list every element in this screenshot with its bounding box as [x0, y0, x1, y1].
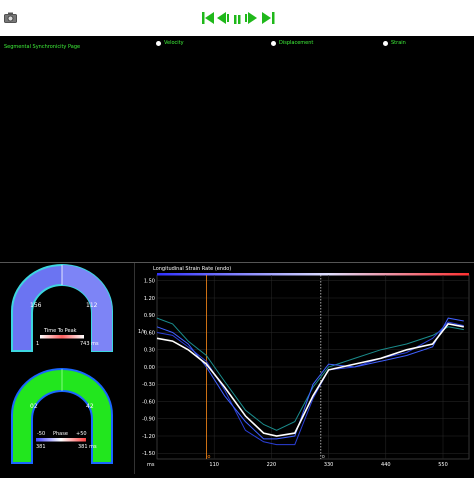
scale-max: 743 ms	[80, 341, 99, 347]
toolbar	[0, 0, 474, 36]
x-tick-label: 110	[209, 462, 219, 468]
option-label: Displacement	[279, 40, 314, 46]
x-axis-label: ms	[147, 462, 155, 468]
time-marker-label: o	[207, 454, 210, 460]
color-scale	[36, 438, 86, 442]
scale-left-bottom: 381	[36, 444, 46, 450]
bullseye-time-to-peak: 156 112 Time To Peak 1 743 ms	[11, 264, 113, 352]
segment-value-left: 156	[30, 302, 42, 309]
y-tick-label: 1.50	[144, 279, 155, 285]
option-label: Strain	[391, 40, 406, 46]
skip-start-icon[interactable]	[202, 12, 214, 24]
y-tick-label: -1.50	[142, 451, 155, 457]
option-label: Velocity	[164, 40, 184, 46]
x-tick-label: 440	[381, 462, 391, 468]
y-tick-label: -0.30	[142, 382, 155, 388]
radio-dot[interactable]	[156, 40, 161, 46]
chart-title: Longitudinal Strain Rate (endo)	[153, 266, 231, 272]
scale-min: 1	[36, 341, 39, 347]
y-tick-label: 1.20	[144, 296, 155, 302]
strain-rate-chart: Longitudinal Strain Rate (endo) 1/s ms 1…	[135, 263, 474, 474]
step-forward-icon[interactable]	[245, 12, 257, 24]
radio-dot[interactable]	[271, 40, 276, 46]
option-velocity[interactable]: Velocity	[156, 40, 184, 46]
step-back-icon[interactable]	[217, 12, 229, 24]
y-tick-label: 0.00	[144, 365, 155, 371]
bullseye-label: Phase	[53, 431, 68, 437]
chart-background	[135, 263, 474, 474]
scale-left-top: -50	[37, 431, 45, 437]
segment-value-right: 42	[86, 403, 94, 410]
skip-end-icon[interactable]	[262, 12, 275, 24]
bullseye-label: Time To Peak	[43, 328, 77, 334]
color-strip	[157, 273, 469, 276]
y-tick-label: 0.60	[144, 330, 155, 336]
option-strain[interactable]: Strain	[383, 40, 406, 46]
scale-right-top: +50	[76, 431, 87, 437]
x-tick-label: 220	[267, 462, 277, 468]
y-tick-label: 0.30	[144, 348, 155, 354]
y-tick-label: 0.90	[144, 313, 155, 319]
y-tick-label: -0.60	[142, 399, 155, 405]
y-tick-label: -1.20	[142, 434, 155, 440]
playback-controls	[202, 12, 275, 24]
chart-svg: Longitudinal Strain Rate (endo) 1/s ms 1…	[135, 263, 474, 474]
segment-value-right: 112	[86, 302, 98, 309]
scale-right-bottom: 381 ms	[78, 444, 97, 450]
option-displacement[interactable]: Displacement	[271, 40, 313, 46]
camera-icon[interactable]	[4, 12, 17, 23]
pause-icon[interactable]	[234, 15, 241, 24]
color-scale	[40, 335, 84, 339]
x-tick-label: 330	[324, 462, 334, 468]
time-marker-label: o	[322, 454, 325, 460]
page-title: Segmental Synchronicity Page	[4, 44, 81, 50]
bullseye-phase: 02 42 -50 Phase +50 381 381 ms	[11, 368, 113, 464]
bullseye-panel: 156 112 Time To Peak 1 743 ms 02 42 -50 …	[0, 263, 135, 474]
x-tick-label: 550	[438, 462, 448, 468]
segment-value-left: 02	[30, 403, 38, 410]
radio-dot[interactable]	[383, 40, 388, 46]
y-tick-label: -0.90	[142, 417, 155, 423]
